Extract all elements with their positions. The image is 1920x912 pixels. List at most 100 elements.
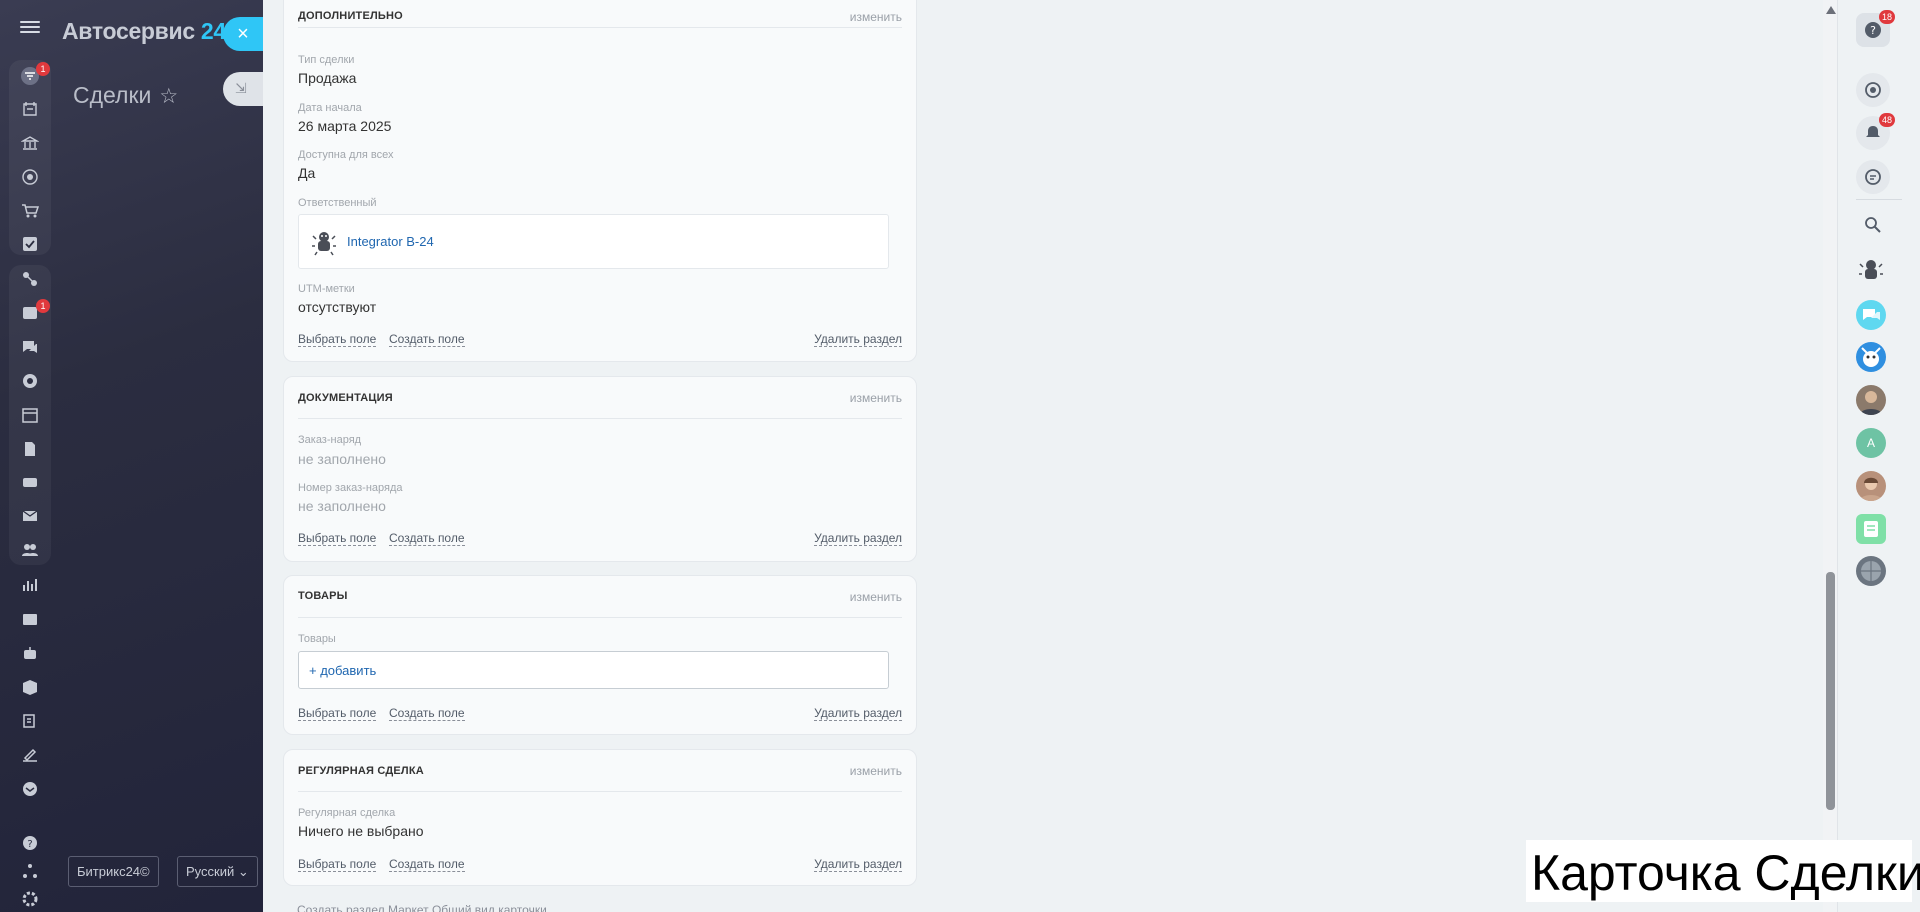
help-icon[interactable]: ? [21, 834, 39, 852]
forms-icon[interactable] [21, 712, 39, 730]
field-value[interactable]: Продажа [298, 70, 356, 86]
svg-text:?: ? [1870, 24, 1876, 37]
section-header: регулярная сделка изменить [298, 750, 902, 792]
select-field-link[interactable]: Выбрать поле [298, 332, 377, 347]
create-field-link[interactable]: Создать поле [389, 332, 465, 347]
document-icon[interactable] [21, 440, 39, 458]
responsible-user-link[interactable]: Integrator B-24 [347, 234, 434, 249]
avatar-chat-list[interactable] [1856, 514, 1886, 544]
caption-text: Карточка Сделки [1531, 845, 1920, 901]
avatar-robot[interactable] [1856, 255, 1886, 285]
drive-icon[interactable] [21, 473, 39, 491]
robot-icon[interactable] [21, 644, 39, 662]
avatar-chat-group[interactable] [1856, 300, 1886, 330]
search-icon[interactable] [1856, 208, 1890, 242]
slider-collapse-button[interactable]: ⇲ [223, 72, 265, 106]
cart-icon[interactable] [21, 202, 40, 220]
robot-avatar-icon [309, 227, 339, 257]
slider-close-button[interactable]: × [223, 17, 263, 51]
field-value[interactable]: не заполнено [298, 498, 386, 514]
star-icon[interactable]: ☆ [159, 85, 178, 108]
section-edit-link[interactable]: изменить [850, 391, 902, 405]
delete-section-link[interactable]: Удалить раздел [814, 857, 902, 872]
page-title: Сделки ☆ [73, 82, 178, 109]
avatar-user-globe[interactable] [1856, 556, 1886, 586]
avatar-user-woman[interactable] [1856, 471, 1886, 501]
minimize-icon: ⇲ [235, 80, 247, 96]
field-value[interactable]: Да [298, 165, 315, 181]
crm-icon[interactable] [21, 270, 39, 288]
employees-icon[interactable] [21, 541, 39, 559]
create-field-link[interactable]: Создать поле [389, 531, 465, 546]
caption-overlay: Карточка Сделки [1526, 840, 1920, 902]
hamburger-menu-icon[interactable] [20, 18, 40, 38]
responsible-user-box[interactable]: Integrator B-24 [298, 214, 889, 269]
avatar-user-man[interactable] [1856, 385, 1886, 415]
create-field-link[interactable]: Создать поле [389, 857, 465, 872]
create-field-link[interactable]: Создать поле [389, 706, 465, 721]
scroll-up-arrow-icon[interactable] [1826, 6, 1836, 14]
delete-section-link[interactable]: Удалить раздел [814, 332, 902, 347]
mail-icon[interactable] [21, 507, 39, 525]
avatar-user-a[interactable]: A [1856, 428, 1886, 458]
portal-logo[interactable]: Автосервис 24 [62, 18, 226, 45]
field-value[interactable]: 26 марта 2025 [298, 118, 391, 134]
calendar-icon[interactable] [21, 406, 39, 424]
vertical-scrollbar[interactable] [1823, 0, 1837, 912]
section-edit-link[interactable]: изменить [850, 764, 902, 778]
more-icon[interactable] [21, 780, 39, 798]
select-field-link[interactable]: Выбрать поле [298, 857, 377, 872]
tasks-icon[interactable] [21, 100, 39, 118]
delete-section-link[interactable]: Удалить раздел [814, 531, 902, 546]
bitrix24-button[interactable]: Битрикс24© [68, 856, 159, 887]
select-field-link[interactable]: Выбрать поле [298, 531, 377, 546]
section-edit-link[interactable]: изменить [850, 10, 902, 24]
field-label: UTM-метки [298, 283, 355, 295]
structure-icon[interactable] [21, 862, 39, 880]
add-product-link[interactable]: + добавить [309, 663, 376, 678]
contacts-icon[interactable] [21, 610, 39, 628]
section-additional: дополнительно изменить Тип сделки Продаж… [283, 0, 917, 362]
field-label: Регулярная сделка [298, 807, 396, 819]
avatar-mascot[interactable] [1856, 342, 1886, 372]
portal-background: 1 1 ? Автосервис 24 Сделки ☆ Битрикс24© Ру… [0, 0, 263, 912]
section-products: товары изменить Товары + добавить Выбрат… [283, 575, 917, 735]
field-label: Тип сделки [298, 54, 355, 66]
sign-icon[interactable] [21, 746, 39, 764]
field-value[interactable]: не заполнено [298, 451, 386, 467]
scroll-thumb[interactable] [1826, 572, 1835, 810]
field-label: Ответственный [298, 197, 377, 209]
deal-card-slider: дополнительно изменить Тип сделки Продаж… [263, 0, 1823, 912]
left-menu-rail: 1 1 ? [9, 0, 51, 912]
chat-icon[interactable] [21, 338, 39, 356]
language-button[interactable]: Русский ⌄ [177, 856, 258, 887]
section-title: товары [298, 590, 348, 602]
section-header: дополнительно изменить [298, 0, 902, 28]
field-label: Заказ-наряд [298, 434, 362, 446]
section-title: дополнительно [298, 10, 403, 22]
field-value[interactable]: Ничего не выбрано [298, 823, 424, 839]
copilot-button[interactable] [1856, 73, 1890, 107]
target-icon[interactable] [21, 168, 39, 186]
analytics-icon[interactable] [21, 576, 39, 594]
section-header: товары изменить [298, 576, 902, 618]
checkbox-icon[interactable] [21, 235, 39, 253]
chat-search-button[interactable] [1856, 160, 1890, 194]
bank-icon[interactable] [20, 134, 40, 152]
card-bottom-actions[interactable]: Создать раздел Маркет Общий вид карточки [297, 903, 547, 912]
settings-gear-icon[interactable] [21, 890, 39, 908]
sites-icon[interactable] [21, 372, 39, 390]
notifications-button[interactable]: 48 [1856, 113, 1895, 150]
section-edit-link[interactable]: изменить [850, 590, 902, 604]
page-title-text: Сделки [73, 82, 152, 108]
delete-section-link[interactable]: Удалить раздел [814, 706, 902, 721]
field-value: отсутствуют [298, 299, 377, 315]
notifications-badge: 48 [1879, 113, 1895, 127]
logo-number: 24 [200, 18, 226, 44]
box-icon[interactable] [21, 678, 39, 696]
section-title: регулярная сделка [298, 765, 424, 777]
select-field-link[interactable]: Выбрать поле [298, 706, 377, 721]
section-recurring: регулярная сделка изменить Регулярная сд… [283, 749, 917, 886]
help-button[interactable]: ? 18 [1856, 10, 1895, 47]
add-product-box[interactable]: + добавить [298, 651, 889, 689]
